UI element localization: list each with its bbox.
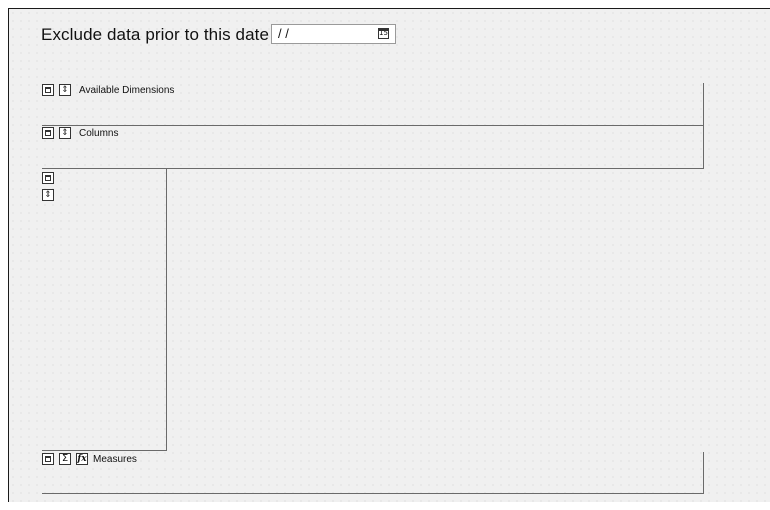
measures-right-border (703, 452, 704, 494)
rows-right-border (166, 168, 167, 450)
available-dimensions-window-icon[interactable] (42, 84, 54, 96)
rows-sort-icon[interactable]: ⇕ (42, 189, 54, 201)
columns-right-border (703, 125, 704, 168)
sum-icon[interactable]: Σ (59, 453, 71, 465)
measures-label: Measures (93, 454, 137, 465)
calendar-icon[interactable]: 15 (378, 28, 389, 39)
columns-sort-icon[interactable]: ⇕ (59, 127, 71, 139)
available-dimensions-label: Available Dimensions (79, 85, 175, 96)
exclude-date-label: Exclude data prior to this date (41, 25, 270, 44)
rows-window-icon[interactable] (42, 172, 54, 184)
available-dimensions-sort-icon[interactable]: ⇕ (59, 84, 71, 96)
available-dimensions-divider (42, 125, 704, 126)
measures-bottom-border (42, 493, 704, 494)
columns-window-icon[interactable] (42, 127, 54, 139)
function-icon[interactable]: fx (76, 453, 88, 465)
columns-bottom-border (42, 168, 704, 169)
available-dimensions-right-border (703, 83, 704, 125)
columns-label: Columns (79, 128, 119, 139)
rows-bottom-border (42, 450, 167, 451)
date-value: / / (278, 26, 289, 41)
exclude-date-field[interactable]: / / 15 (271, 24, 396, 44)
pivot-design-canvas: Exclude data prior to this date / / 15 ⇕… (8, 8, 770, 502)
measures-window-icon[interactable] (42, 453, 54, 465)
